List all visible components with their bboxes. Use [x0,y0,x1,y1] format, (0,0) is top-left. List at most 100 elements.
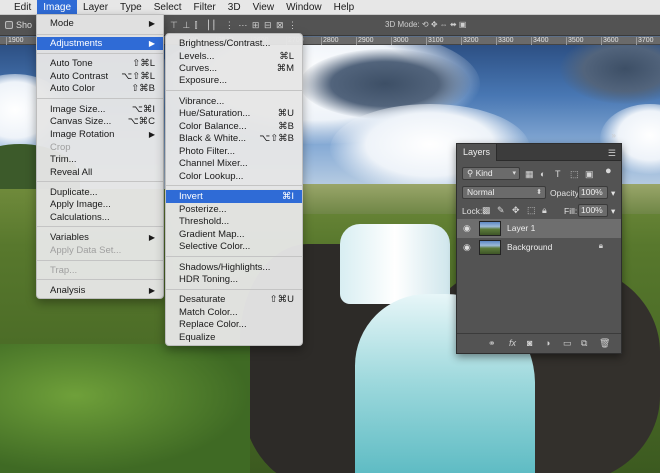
menu-item-auto-tone[interactable]: Auto Tone ⇧⌘L [37,57,163,70]
fill-dropdown-icon[interactable]: ▾ [611,206,615,217]
menu-shortcut: ⇧⌘U [269,294,294,305]
filter-pixel-icon[interactable]: ▦ [525,169,534,179]
menu-filter[interactable]: Filter [188,0,222,15]
menu-item-label: Color Balance... [179,121,247,132]
lock-image-icon[interactable]: ✎ [497,205,505,215]
menu-item-selective-color[interactable]: Selective Color... [166,240,302,253]
menu-item-hue-saturation[interactable]: Hue/Saturation... ⌘U [166,107,302,120]
menu-separator [37,260,163,261]
menu-item-canvas-size[interactable]: Canvas Size... ⌥⌘C [37,115,163,128]
new-layer-icon[interactable]: ⧉ [581,338,587,349]
filter-smart-object-icon[interactable]: ▣ [585,169,594,179]
3d-mode-label: 3D Mode: ⟲ ✥ ⇔ ⬌ ▣ [385,20,467,29]
menu-item-label: Hue/Saturation... [179,108,251,119]
adjustment-icon[interactable]: ◑ [545,338,550,348]
menu-item-replace-color[interactable]: Replace Color... [166,318,302,331]
menu-item-channel-mixer[interactable]: Channel Mixer... [166,157,302,170]
ruler-tick-label: 2900 [358,37,374,44]
menu-item-black-white[interactable]: Black & White... ⌥⇧⌘B [166,132,302,145]
filter-kind-select[interactable]: ⚲ Kind ▾ [462,167,520,180]
group-folder-icon[interactable]: ▭ [563,338,572,349]
menu-item-calculations[interactable]: Calculations... [37,211,163,224]
show-transform-checkbox[interactable] [5,21,13,29]
lock-all-icon[interactable]: 🔒︎ [542,205,547,215]
ruler-tick-label: 3200 [463,37,479,44]
visibility-eye-icon[interactable]: ◉ [463,242,471,253]
lock-transparent-icon[interactable]: ▩ [482,205,491,215]
layer-row-background[interactable]: ◉ Background 🔒︎ [457,238,621,257]
menu-3d[interactable]: 3D [222,0,247,15]
blend-mode-select[interactable]: Normal ⬍ [462,186,546,199]
align-icons[interactable]: ⊤ ⊥ ⫿ ▕ ▏ ⋮ ⋯ ⊞ ⊟ ⊠ ⋮ [170,20,298,31]
menu-shortcut: ⌥⇧⌘B [259,133,294,144]
checkbox-label: Sho [16,20,33,30]
opacity-dropdown-icon[interactable]: ▾ [611,188,615,199]
menu-item-mode[interactable]: Mode ▶ [37,17,163,30]
panel-tab-row: Layers ☰ [457,144,621,161]
menu-item-hdr-toning[interactable]: HDR Toning... [166,273,302,286]
panel-menu-icon[interactable]: ☰ [608,148,616,159]
menu-item-brightness-contrast[interactable]: Brightness/Contrast... [166,37,302,50]
tab-layers[interactable]: Layers [457,144,498,161]
menu-item-label: Desaturate [179,294,226,305]
menu-item-analysis[interactable]: Analysis ▶ [37,284,163,297]
opacity-field[interactable]: 100% [578,186,608,199]
panel-collapse-icon[interactable]: » [612,131,616,140]
filter-shape-icon[interactable]: ⬚ [570,169,579,179]
ruler-tick-label: 3600 [603,37,619,44]
ruler-tick-label: 1900 [8,37,24,44]
trash-icon[interactable]: 🗑︎ [599,338,610,349]
menu-item-trap: Trap... [37,264,163,277]
blend-mode-value: Normal [467,187,495,197]
menu-image[interactable]: Image [37,0,78,15]
menu-separator [37,226,163,227]
ruler-tick-mark [496,37,497,45]
menu-select[interactable]: Select [148,0,188,15]
menu-item-label: Reveal All [50,167,93,178]
menu-item-apply-image[interactable]: Apply Image... [37,198,163,211]
menu-edit[interactable]: Edit [8,0,37,15]
fx-icon[interactable]: fx [509,338,516,348]
menu-item-label: Posterize... [179,204,227,215]
menu-item-auto-color[interactable]: Auto Color ⇧⌘B [37,82,163,95]
menu-item-trim[interactable]: Trim... [37,153,163,166]
layer-name: Layer 1 [507,223,536,233]
menu-item-variables[interactable]: Variables ▶ [37,231,163,244]
menu-type[interactable]: Type [114,0,148,15]
filter-adjustment-icon[interactable]: ◐ [540,169,545,179]
waterfall [340,224,450,304]
menu-item-color-lookup[interactable]: Color Lookup... [166,170,302,183]
link-icon[interactable]: ⚭ [488,338,496,349]
menu-item-exposure[interactable]: Exposure... [166,74,302,87]
menu-item-label: Image Size... [50,104,106,115]
menu-item-label: Canvas Size... [50,116,112,127]
lock-position-icon[interactable]: ✥ [512,205,520,215]
moss-foreground [0,344,250,473]
visibility-eye-icon[interactable]: ◉ [463,223,471,234]
menu-item-reveal-all[interactable]: Reveal All [37,166,163,179]
fill-field[interactable]: 100% [578,204,608,217]
ruler-tick-mark [566,37,567,45]
mask-icon[interactable]: ◙ [527,338,532,348]
menu-window[interactable]: Window [280,0,328,15]
menu-view[interactable]: View [247,0,281,15]
menu-help[interactable]: Help [328,0,361,15]
ruler-tick-label: 3000 [393,37,409,44]
menu-item-invert[interactable]: Invert ⌘I [166,190,302,203]
layer-row-layer-1[interactable]: ◉ Layer 1 [457,219,621,238]
lock-artboard-icon[interactable]: ⬚ [527,205,536,215]
filter-toggle-icon[interactable]: ● [605,166,612,177]
menu-item-label: Channel Mixer... [179,158,248,169]
ruler-tick-label: 3300 [498,37,514,44]
menu-item-label: Image Rotation [50,129,115,140]
menu-item-adjustments[interactable]: Adjustments ▶ [37,37,163,50]
menu-item-image-rotation[interactable]: Image Rotation ▶ [37,128,163,141]
menu-item-label: Equalize [179,332,216,343]
menu-item-threshold[interactable]: Threshold... [166,215,302,228]
menu-item-desaturate[interactable]: Desaturate ⇧⌘U [166,293,302,306]
menu-item-equalize[interactable]: Equalize [166,331,302,344]
filter-type-icon[interactable]: T [555,169,561,179]
menu-layer[interactable]: Layer [77,0,114,15]
menu-item-label: Vibrance... [179,96,225,107]
menu-item-label: Selective Color... [179,241,251,252]
